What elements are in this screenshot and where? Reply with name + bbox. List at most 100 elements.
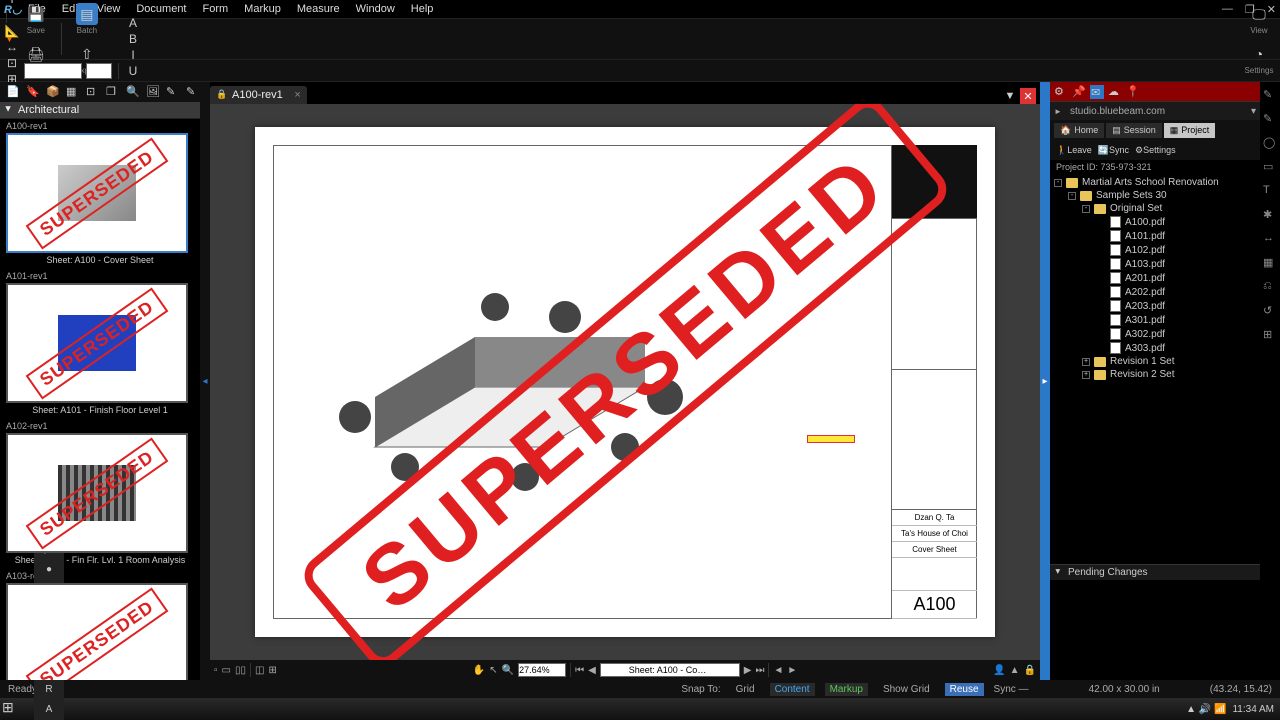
expand-icon[interactable]: - bbox=[1068, 192, 1076, 200]
alert-icon[interactable]: ▲ bbox=[1010, 665, 1020, 676]
rail-tool-icon[interactable]: T bbox=[1263, 184, 1277, 198]
tree-node[interactable]: A103.pdf bbox=[1054, 257, 1256, 271]
snap-markup-toggle[interactable]: Markup bbox=[825, 683, 868, 696]
next-page-icon[interactable]: ▶ bbox=[744, 665, 752, 676]
view-single-icon[interactable]: ▫ bbox=[214, 665, 218, 676]
rail-tool-icon[interactable]: ↔ bbox=[1263, 232, 1277, 246]
format-icon[interactable]: B bbox=[125, 31, 141, 47]
sync-button[interactable]: 🔄Sync bbox=[1096, 145, 1131, 156]
select-icon[interactable]: ↖ bbox=[489, 665, 497, 676]
tool-icon[interactable]: 📐 bbox=[4, 23, 20, 39]
view-split2-icon[interactable]: ⊞ bbox=[268, 665, 276, 676]
format-icon[interactable]: I bbox=[125, 47, 141, 63]
last-page-icon[interactable]: ⏭ bbox=[755, 665, 764, 676]
menu-help[interactable]: Help bbox=[403, 1, 442, 17]
left-tab-icon[interactable]: 📄 bbox=[6, 85, 20, 99]
thumbnail[interactable]: A101-rev1 Sheet: A101 - Finish Floor Lev… bbox=[6, 271, 194, 415]
rail-tool-icon[interactable]: ⎌ bbox=[1263, 280, 1277, 294]
left-tab-icon[interactable]: ▦ bbox=[66, 85, 80, 99]
save-button[interactable]: 💾Save bbox=[19, 0, 53, 39]
invite-icon[interactable]: ✉ bbox=[1090, 85, 1104, 99]
left-tab-icon[interactable]: 🔖 bbox=[26, 85, 40, 99]
rail-tool-icon[interactable]: ✱ bbox=[1263, 208, 1277, 222]
pin-icon[interactable]: 📌 bbox=[1072, 85, 1086, 99]
pin2-icon[interactable]: 📍 bbox=[1126, 85, 1140, 99]
tool-icon[interactable]: ↔ bbox=[4, 39, 20, 55]
view-split-icon[interactable]: ◫ bbox=[255, 665, 264, 676]
expand-icon[interactable]: - bbox=[1054, 179, 1062, 187]
taskbar-app[interactable]: A bbox=[34, 699, 64, 719]
leave-button[interactable]: 🚶Leave bbox=[1054, 145, 1094, 156]
thumbnail[interactable]: A103-rev1 bbox=[6, 571, 194, 680]
menu-form[interactable]: Form bbox=[195, 1, 237, 17]
taskbar-app[interactable]: ● bbox=[34, 559, 64, 579]
project-tree[interactable]: -Martial Arts School Renovation-Sample S… bbox=[1050, 174, 1260, 564]
expand-icon[interactable]: + bbox=[1082, 371, 1090, 379]
format-icon[interactable]: U bbox=[125, 63, 141, 79]
snap-grid-toggle[interactable]: Grid bbox=[731, 683, 760, 696]
menu-measure[interactable]: Measure bbox=[289, 1, 348, 17]
left-tab-icon[interactable]: 📦 bbox=[46, 85, 60, 99]
batch-button[interactable]: ▤Batch bbox=[70, 0, 104, 39]
opacity-small-input[interactable] bbox=[86, 63, 112, 79]
tree-node[interactable]: A301.pdf bbox=[1054, 313, 1256, 327]
tree-node[interactable]: -Original Set bbox=[1054, 202, 1256, 215]
left-tab-icon[interactable]: ✎ bbox=[186, 85, 200, 99]
left-tab-icon[interactable]: 🖼 bbox=[146, 85, 160, 99]
settings-button[interactable]: ⚙Settings bbox=[1133, 145, 1178, 156]
tab-closeall-icon[interactable]: ✕ bbox=[1020, 88, 1036, 104]
left-tab-icon[interactable]: ✎ bbox=[166, 85, 180, 99]
zoom-input[interactable] bbox=[518, 663, 566, 677]
thumbnail[interactable]: A100-rev1 Sheet: A100 - Cover Sheet bbox=[6, 121, 194, 265]
first-page-icon[interactable]: ⏮ bbox=[575, 665, 584, 676]
tree-node[interactable]: A100.pdf bbox=[1054, 215, 1256, 229]
tab-dropdown-icon[interactable]: ▼ bbox=[1002, 88, 1018, 104]
page-highlight-markup[interactable] bbox=[807, 435, 855, 443]
tree-node[interactable]: A201.pdf bbox=[1054, 271, 1256, 285]
menu-window[interactable]: Window bbox=[348, 1, 403, 17]
session-button[interactable]: ▤Session bbox=[1106, 123, 1162, 138]
rail-tool-icon[interactable]: ↺ bbox=[1263, 304, 1277, 318]
user-icon[interactable]: 👤 bbox=[993, 665, 1005, 676]
back-icon[interactable]: ◄ bbox=[773, 665, 783, 676]
left-tab-icon[interactable]: 🔍 bbox=[126, 85, 140, 99]
tree-node[interactable]: +Revision 1 Set bbox=[1054, 355, 1256, 368]
opacity-input[interactable] bbox=[24, 63, 82, 79]
lock-icon[interactable]: 🔒 bbox=[1024, 665, 1036, 676]
close-button[interactable]: ✕ bbox=[1267, 3, 1276, 16]
tree-node[interactable]: -Martial Arts School Renovation bbox=[1054, 176, 1256, 189]
thumbnails-list[interactable]: A100-rev1 Sheet: A100 - Cover Sheet A101… bbox=[0, 119, 200, 680]
prev-page-icon[interactable]: ◀ bbox=[588, 665, 596, 676]
start-button[interactable]: ⊞ bbox=[2, 699, 32, 719]
page-canvas[interactable]: Dzan Q. Ta Ta's House of Choi Cover Shee… bbox=[210, 104, 1040, 660]
expand-icon[interactable]: - bbox=[1082, 205, 1090, 213]
format-icon[interactable]: A bbox=[125, 15, 141, 31]
view-side-icon[interactable]: ▯▯ bbox=[235, 665, 246, 676]
minimize-button[interactable]: — bbox=[1222, 3, 1233, 16]
reuse-toggle[interactable]: Reuse bbox=[945, 683, 984, 696]
fwd-icon[interactable]: ► bbox=[787, 665, 797, 676]
cloud-icon[interactable]: ☁ bbox=[1108, 85, 1122, 99]
tree-node[interactable]: A302.pdf bbox=[1054, 327, 1256, 341]
pan-icon[interactable]: ✋ bbox=[473, 665, 485, 676]
snap-content-toggle[interactable]: Content bbox=[770, 683, 815, 696]
view-cont-icon[interactable]: ▭ bbox=[222, 665, 231, 676]
tree-node[interactable]: A102.pdf bbox=[1054, 243, 1256, 257]
studio-server-bar[interactable]: studio.bluebeam.com ▾ bbox=[1050, 102, 1260, 120]
tree-node[interactable]: A101.pdf bbox=[1054, 229, 1256, 243]
rail-tool-icon[interactable]: ✎ bbox=[1263, 88, 1277, 102]
server-dropdown-icon[interactable]: ▾ bbox=[1251, 106, 1256, 117]
tree-node[interactable]: +Revision 2 Set bbox=[1054, 368, 1256, 381]
system-tray[interactable]: ▲ 🔊 📶 11:34 AM bbox=[1186, 704, 1278, 715]
menu-markup[interactable]: Markup bbox=[236, 1, 289, 17]
rail-tool-icon[interactable]: ⊞ bbox=[1263, 328, 1277, 342]
tree-node[interactable]: -Sample Sets 30 bbox=[1054, 189, 1256, 202]
home-button[interactable]: 🏠Home bbox=[1054, 123, 1104, 138]
left-tab-icon[interactable]: ⊡ bbox=[86, 85, 100, 99]
document-tab[interactable]: A100-rev1 × bbox=[210, 86, 307, 104]
left-tab-icon[interactable]: ❐ bbox=[106, 85, 120, 99]
tree-node[interactable]: A303.pdf bbox=[1054, 341, 1256, 355]
project-button[interactable]: ▦Project bbox=[1164, 123, 1216, 138]
taskbar-app[interactable]: R bbox=[34, 679, 64, 699]
maximize-button[interactable]: ❐ bbox=[1245, 3, 1255, 16]
